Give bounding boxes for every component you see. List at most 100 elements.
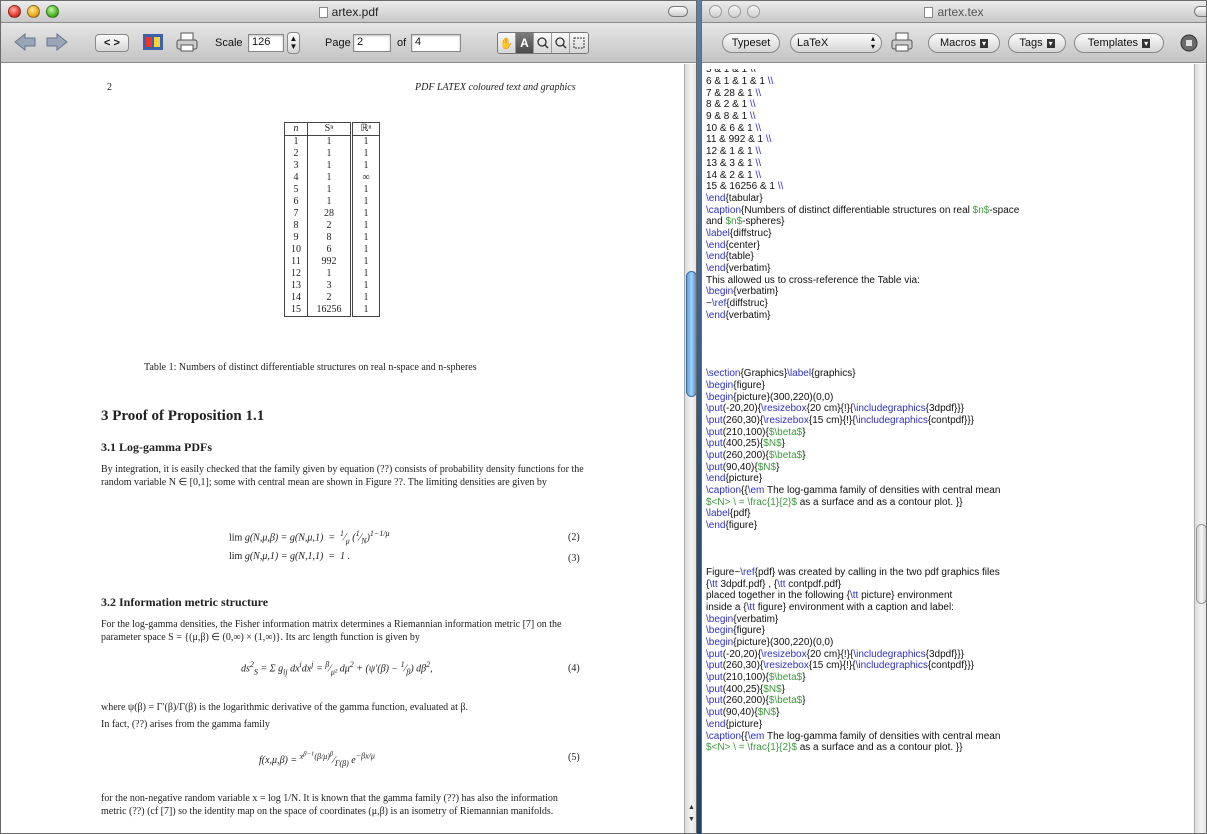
table-cell: 1 <box>351 304 380 317</box>
print-icon[interactable] <box>890 31 914 53</box>
equation-5-number: (5) <box>568 752 580 763</box>
tex-vertical-scrollbar[interactable] <box>1194 64 1206 833</box>
source-line <box>706 357 1019 369</box>
paragraph-3: where ψ(β) = Γ′(β)/Γ(β) is the logarithm… <box>101 702 468 713</box>
source-line: {\tt 3dpdf.pdf} , {\tt contpdf.pdf} <box>706 578 842 590</box>
macros-menu-button[interactable]: Macros ▾ <box>928 33 1000 53</box>
table-cell: 14 <box>284 292 308 304</box>
table-cell: 10 <box>284 244 308 256</box>
table-row: 13 3 1 <box>284 280 380 292</box>
source-line <box>706 532 1019 544</box>
pdf-titlebar[interactable]: artex.pdf <box>1 1 696 23</box>
source-line <box>706 321 1019 333</box>
table-row: 211 <box>284 148 380 160</box>
table-cell: 1 <box>363 208 369 219</box>
structures-table: n Sⁿ ℝⁿ 1 1 1 2 1 1 3 1 1 4 1 ∞ 5 1 1 6 1 1 7 28 1 8 2 1 9 8 1 10 6 1… <box>284 122 380 317</box>
table-cell: 1 <box>307 135 353 148</box>
templates-menu-button[interactable]: Templates ▾ <box>1074 33 1164 53</box>
equation-2-number: (2) <box>568 532 580 543</box>
text-select-tool-icon[interactable]: A <box>516 33 534 53</box>
source-line <box>706 345 1019 357</box>
zoom-in-tool-icon[interactable] <box>534 33 552 53</box>
pdf-viewport[interactable]: 2 PDF LATEX coloured text and graphics n… <box>1 64 684 833</box>
table-cell: 3 <box>284 160 308 172</box>
source-line: \put(210,100){$\beta$} <box>706 426 806 438</box>
pdf-scroll-thumb[interactable] <box>686 271 696 397</box>
source-line: \put(90,40){$N$} <box>706 707 780 719</box>
source-line: This allowed us to cross-reference the T… <box>706 274 920 286</box>
scale-stepper[interactable]: ▲ ▼ <box>287 32 300 54</box>
source-line <box>706 333 1019 345</box>
print-icon[interactable] <box>175 31 199 53</box>
tex-titlebar[interactable]: artex.tex <box>702 1 1206 23</box>
table-row: 311 <box>284 160 380 172</box>
table-cell: 1 <box>307 172 353 184</box>
source-line: \put(-20,20){\resizebox{20 cm}{!}{\inclu… <box>706 403 964 415</box>
tags-menu-button[interactable]: Tags ▾ <box>1008 33 1066 53</box>
table-row: 981 <box>284 232 380 244</box>
table-row: 12 1 1 <box>284 268 380 280</box>
tex-file-icon <box>924 7 934 18</box>
table-body: 1 1 1 2 1 1 3 1 1 4 1 ∞ 5 1 1 6 1 1 7 28 1 8 2 1 9 8 1 10 6 1 11 992 1 12… <box>284 135 380 317</box>
source-sync-icon[interactable] <box>141 31 165 53</box>
table-cell: 1 <box>363 160 369 171</box>
table-cell: 2 <box>284 148 308 160</box>
hand-tool-icon[interactable]: ✋ <box>498 33 516 53</box>
stop-icon[interactable] <box>1180 34 1198 52</box>
scroll-down-arrow-icon[interactable]: ▼ <box>688 816 695 823</box>
source-line: 6 & 1 & 1 & 1 \\ <box>706 76 774 87</box>
engine-select[interactable]: LaTeX ▴ ▾ <box>790 33 882 53</box>
equation-3: lim g(N,μ,1) = g(N,1,1) = 1 . <box>229 551 351 562</box>
forward-arrow-icon[interactable] <box>45 32 69 52</box>
table-row: 11 992 1 <box>284 256 380 268</box>
source-line <box>706 544 1019 556</box>
table-header-row: n Sⁿ ℝⁿ <box>284 122 380 136</box>
table-row: 7 28 1 <box>284 208 380 220</box>
table-cell: 16256 <box>307 304 353 317</box>
paragraph-4: In fact, (??) arises from the gamma fami… <box>101 719 270 730</box>
page-input[interactable]: 2 <box>353 34 391 52</box>
table-cell: 1 <box>363 256 369 267</box>
toolbar-toggle-button[interactable] <box>1194 6 1206 17</box>
table-cell: 4 <box>284 172 308 184</box>
tex-source-text[interactable]: 6 & 1 & 1 & 1 \\ 7 & 28 & 1 \\ 8 & 2 & 1 \… <box>706 76 1019 754</box>
back-arrow-icon[interactable] <box>13 32 37 52</box>
scale-input[interactable]: 126 <box>248 34 284 52</box>
prev-next-page-button[interactable]: < > <box>95 34 129 52</box>
tex-toolbar: Typeset LaTeX ▴ ▾ Macros ▾ Tags ▾ Templates… <box>702 23 1206 63</box>
table-cell: 1 <box>363 292 369 303</box>
source-line: \begin{picture}(300,220)(0,0) <box>706 391 834 403</box>
source-line: \label{diffstruc} <box>706 227 772 239</box>
source-line: \end{verbatim} <box>706 263 771 274</box>
source-line: 11 & 992 & 1 \\ <box>706 134 772 146</box>
source-line: \begin{verbatim} <box>706 613 779 625</box>
equation-2: lim g(N,μ,β) = g(N,μ,1) = 1⁄μ (1⁄N)1−1/μ <box>229 529 390 546</box>
chevron-down-icon: ▾ <box>1142 38 1151 48</box>
source-line: 9 & 8 & 1 \\ <box>706 111 756 123</box>
table-cell: 1 <box>363 196 369 207</box>
tex-editor[interactable]: 6 & 1 & 1 & 1 \\ 7 & 28 & 1 \\ 8 & 2 & 1 \… <box>702 64 1194 833</box>
table-cell: 1 <box>363 220 369 231</box>
table-cell: 1 <box>307 148 353 160</box>
tex-scroll-thumb[interactable] <box>1196 524 1206 604</box>
tex-window-title: artex.tex <box>702 5 1206 19</box>
pdf-vertical-scrollbar[interactable]: ▲ ▼ <box>684 64 696 833</box>
source-line: \end{center} <box>706 239 760 251</box>
table-cell: 9 <box>284 232 308 244</box>
toolbar-toggle-button[interactable] <box>668 6 688 17</box>
marquee-select-tool-icon[interactable] <box>570 33 588 53</box>
typeset-button[interactable]: Typeset <box>722 33 780 53</box>
scroll-up-arrow-icon[interactable]: ▲ <box>688 804 695 811</box>
equation-5: f(x,μ,β) = xβ−1(β/μ)β⁄Γ(β) e−βx/μ <box>259 750 375 768</box>
source-line: \begin{figure} <box>706 625 765 637</box>
source-line: \section{Graphics}\label{graphics} <box>706 368 856 380</box>
magnify-tool-icon[interactable] <box>552 33 570 53</box>
source-line: 8 & 2 & 1 \\ <box>706 99 756 111</box>
table-cell: 1 <box>307 184 353 196</box>
table-caption: Table 1: Numbers of distinct differentia… <box>144 362 477 373</box>
table-cell: 1 <box>363 244 369 255</box>
paragraph-5: for the non-negative random variable x =… <box>101 793 558 817</box>
table-row: 14 2 1 <box>284 292 380 304</box>
table-cell: 1 <box>284 135 308 148</box>
table-cell: 6 <box>284 196 308 208</box>
